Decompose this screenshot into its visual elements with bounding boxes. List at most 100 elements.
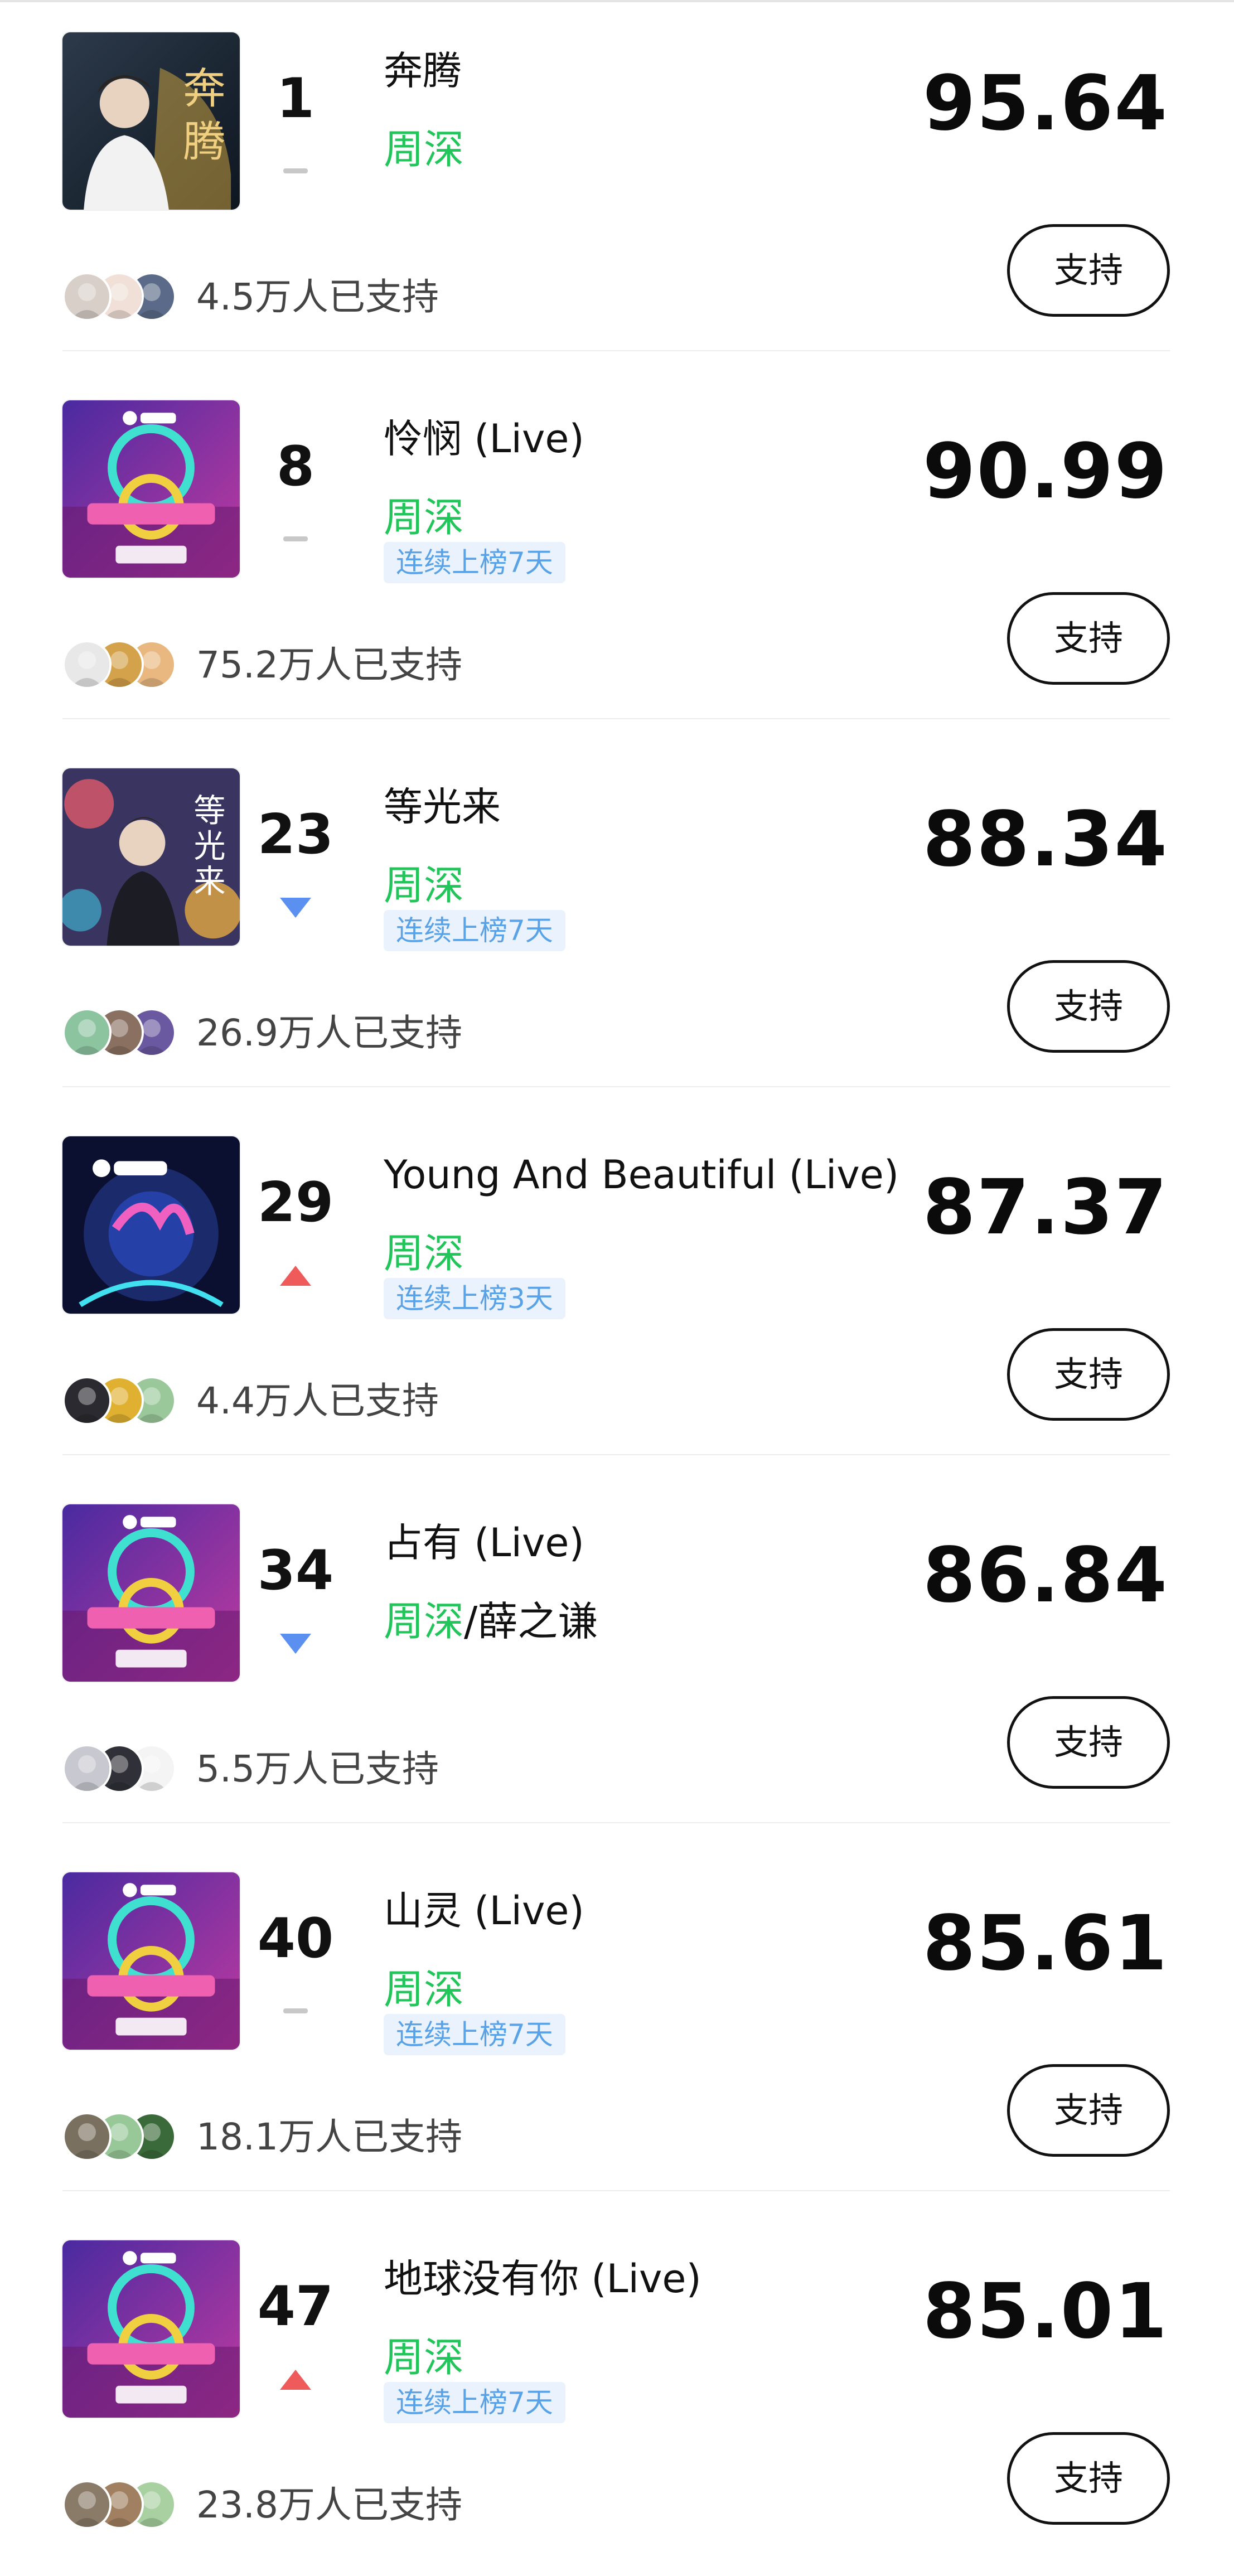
album-cover[interactable] xyxy=(62,1504,240,1682)
artist-name[interactable]: 周深/薛之谦 xyxy=(384,1601,598,1642)
support-button[interactable]: 支持 xyxy=(1007,1328,1170,1421)
score-value: 88.34 xyxy=(922,796,1168,884)
supporter-avatar xyxy=(62,1376,112,1425)
score-value: 90.99 xyxy=(922,428,1168,516)
supporter-count: 5.5万人已支持 xyxy=(196,1747,439,1790)
song-title[interactable]: 山灵 (Live) xyxy=(384,1891,584,1930)
rank-number: 23 xyxy=(257,803,334,866)
trend-down-icon xyxy=(268,1629,323,1657)
song-title[interactable]: 占有 (Live) xyxy=(384,1523,584,1562)
trend-same-icon xyxy=(268,1997,323,2025)
album-cover[interactable] xyxy=(62,2240,240,2418)
supporter-count: 4.4万人已支持 xyxy=(196,1379,439,1422)
album-cover[interactable]: 奔腾 xyxy=(62,32,240,210)
song-title[interactable]: 等光来 xyxy=(384,787,501,826)
streak-badge: 连续上榜7天 xyxy=(384,2382,565,2423)
chart-item[interactable]: 29 Young And Beautiful (Live) 周深 连续上榜3天 … xyxy=(0,1104,1234,1472)
trend-same-icon xyxy=(268,157,323,185)
supporter-avatar xyxy=(62,1744,112,1793)
divider xyxy=(62,350,1170,351)
song-title[interactable]: 怜悯 (Live) xyxy=(384,419,584,458)
supporter-avatar xyxy=(62,2480,112,2529)
support-button[interactable]: 支持 xyxy=(1007,2432,1170,2525)
rank-number: 29 xyxy=(257,1171,334,1234)
divider xyxy=(62,1454,1170,1455)
rank-number: 40 xyxy=(257,1907,334,1970)
album-cover[interactable]: 等光来 xyxy=(62,768,240,946)
rank-number: 8 xyxy=(276,435,315,498)
supporter-avatars xyxy=(62,640,185,690)
svg-text:等: 等 xyxy=(193,792,225,829)
score-value: 87.37 xyxy=(922,1164,1168,1252)
chart-item[interactable]: 40 山灵 (Live) 周深 连续上榜7天 85.61 18.1万人已支持 支… xyxy=(0,1840,1234,2208)
supporter-avatars xyxy=(62,2480,185,2530)
streak-badge: 连续上榜7天 xyxy=(384,542,565,583)
supporter-avatars xyxy=(62,1744,185,1794)
supporter-count: 26.9万人已支持 xyxy=(196,1011,462,1054)
score-value: 86.84 xyxy=(922,1532,1168,1620)
artist-secondary[interactable]: /薛之谦 xyxy=(464,1598,598,1645)
divider xyxy=(62,1086,1170,1087)
svg-text:腾: 腾 xyxy=(183,117,225,167)
divider xyxy=(62,1822,1170,1823)
supporter-count: 75.2万人已支持 xyxy=(196,643,462,686)
artist-primary[interactable]: 周深 xyxy=(384,126,464,173)
svg-text:光: 光 xyxy=(193,828,225,865)
score-value: 85.01 xyxy=(922,2268,1168,2356)
support-button[interactable]: 支持 xyxy=(1007,960,1170,1053)
artist-name[interactable]: 周深 xyxy=(384,865,464,906)
song-title[interactable]: Young And Beautiful (Live) xyxy=(384,1155,899,1194)
song-title[interactable]: 奔腾 xyxy=(384,51,462,90)
supporter-count: 18.1万人已支持 xyxy=(196,2115,462,2158)
supporter-count: 23.8万人已支持 xyxy=(196,2483,462,2526)
rank-number: 47 xyxy=(257,2275,334,2338)
score-value: 85.61 xyxy=(922,1900,1168,1988)
streak-badge: 连续上榜7天 xyxy=(384,910,565,951)
artist-name[interactable]: 周深 xyxy=(384,2337,464,2378)
supporter-avatars xyxy=(62,1376,185,1426)
rank-number: 34 xyxy=(257,1539,334,1602)
supporter-avatars xyxy=(62,272,185,322)
artist-primary[interactable]: 周深 xyxy=(384,1966,464,2013)
chart-item[interactable]: 8 怜悯 (Live) 周深 连续上榜7天 90.99 75.2万人已支持 支持 xyxy=(0,368,1234,736)
album-cover[interactable] xyxy=(62,1872,240,2050)
supporter-avatars xyxy=(62,2112,185,2162)
support-button[interactable]: 支持 xyxy=(1007,2064,1170,2157)
artist-primary[interactable]: 周深 xyxy=(384,862,464,909)
trend-up-icon xyxy=(268,2365,323,2393)
supporter-avatar xyxy=(62,272,112,321)
artist-primary[interactable]: 周深 xyxy=(384,494,464,541)
rank-number: 1 xyxy=(276,67,315,130)
supporter-count: 4.5万人已支持 xyxy=(196,275,439,318)
score-value: 95.64 xyxy=(922,60,1168,148)
svg-text:奔: 奔 xyxy=(183,64,225,113)
support-button[interactable]: 支持 xyxy=(1007,224,1170,317)
artist-primary[interactable]: 周深 xyxy=(384,1230,464,1277)
divider xyxy=(62,2190,1170,2191)
chart-item[interactable]: 奔腾 1 奔腾 周深 95.64 4.5万人已支持 支持 xyxy=(0,0,1234,368)
streak-badge: 连续上榜3天 xyxy=(384,1278,565,1319)
trend-up-icon xyxy=(268,1261,323,1289)
supporter-avatar xyxy=(62,640,112,689)
artist-name[interactable]: 周深 xyxy=(384,1969,464,2010)
trend-down-icon xyxy=(268,893,323,921)
chart-item[interactable]: 等光来 23 等光来 周深 连续上榜7天 88.34 26.9万人已支持 支持 xyxy=(0,736,1234,1104)
trend-same-icon xyxy=(268,525,323,553)
svg-text:来: 来 xyxy=(193,864,225,900)
album-cover[interactable] xyxy=(62,400,240,578)
supporter-avatars xyxy=(62,1008,185,1058)
support-button[interactable]: 支持 xyxy=(1007,1696,1170,1789)
artist-primary[interactable]: 周深 xyxy=(384,1598,464,1645)
song-title[interactable]: 地球没有你 (Live) xyxy=(384,2259,701,2298)
divider xyxy=(62,718,1170,719)
supporter-avatar xyxy=(62,1008,112,1057)
chart-item[interactable]: 47 地球没有你 (Live) 周深 连续上榜7天 85.01 23.8万人已支… xyxy=(0,2208,1234,2576)
artist-primary[interactable]: 周深 xyxy=(384,2334,464,2381)
supporter-avatar xyxy=(62,2112,112,2161)
artist-name[interactable]: 周深 xyxy=(384,1233,464,1274)
artist-name[interactable]: 周深 xyxy=(384,129,464,170)
chart-item[interactable]: 34 占有 (Live) 周深/薛之谦 86.84 5.5万人已支持 支持 xyxy=(0,1472,1234,1840)
support-button[interactable]: 支持 xyxy=(1007,592,1170,685)
album-cover[interactable] xyxy=(62,1136,240,1314)
artist-name[interactable]: 周深 xyxy=(384,497,464,538)
